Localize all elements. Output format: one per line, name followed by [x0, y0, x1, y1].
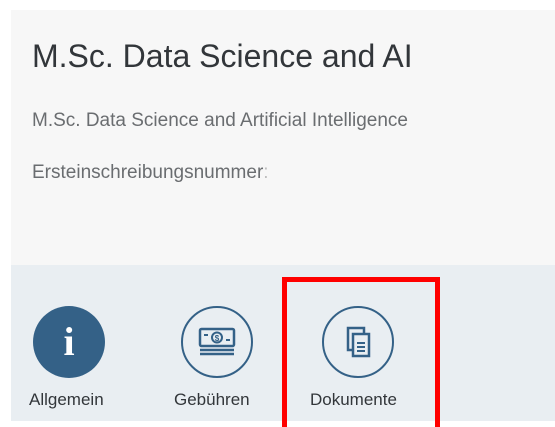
attribute-row: Ersteinschreibungsnummer: [32, 162, 269, 184]
tab-dokumente[interactable]: Dokumente [291, 265, 441, 421]
tab-gebuehren[interactable]: $ Gebühren [161, 265, 291, 421]
attribute-label: Ersteinschreibungsnummer [32, 162, 264, 183]
object-header: M.Sc. Data Science and AI M.Sc. Data Sci… [11, 10, 555, 265]
page-title: M.Sc. Data Science and AI [32, 38, 413, 74]
attribute-colon: : [263, 162, 269, 183]
tab-allgemein-label: Allgemein [29, 390, 104, 409]
money-icon[interactable]: $ [181, 306, 253, 378]
tab-dokumente-label: Dokumente [310, 390, 397, 409]
tab-allgemein[interactable]: i Allgemein [11, 265, 161, 421]
tab-gebuehren-label: Gebühren [174, 390, 250, 409]
object-page: M.Sc. Data Science and AI M.Sc. Data Sci… [11, 10, 555, 421]
icon-tab-bar: i Allgemein $ Gebühren Dokumente [11, 265, 555, 421]
page-subtitle: M.Sc. Data Science and Artificial Intell… [32, 110, 408, 131]
svg-text:$: $ [215, 334, 220, 343]
info-icon[interactable]: i [33, 306, 105, 378]
documents-icon[interactable] [322, 306, 394, 378]
